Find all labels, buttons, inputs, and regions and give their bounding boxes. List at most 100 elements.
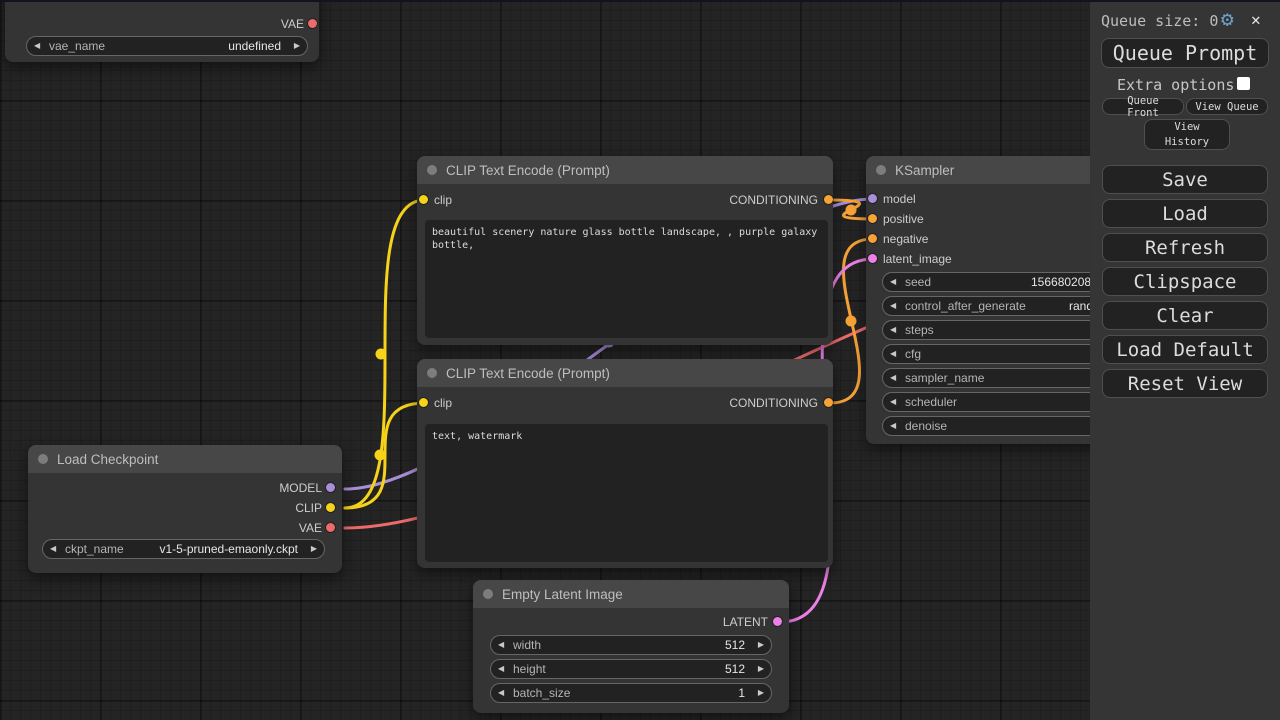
view-history-button[interactable]: View History: [1144, 119, 1230, 150]
collapse-dot[interactable]: [427, 165, 437, 175]
output-port-conditioning[interactable]: [824, 195, 833, 204]
widget-vae-name[interactable]: ◀ vae_name undefined ▶: [26, 36, 308, 56]
extra-options-label: Extra options: [1117, 76, 1234, 94]
widget-label: control_after_generate: [905, 297, 1026, 315]
output-port-model[interactable]: [326, 483, 335, 492]
link-dot-conditioning-positive: [846, 205, 857, 216]
widget-ckpt-name[interactable]: ◀ ckpt_name v1-5-pruned-emaonly.ckpt ▶: [42, 539, 325, 559]
node-clip-text-encode-positive[interactable]: CLIP Text Encode (Prompt) clip CONDITION…: [417, 156, 833, 345]
node-title-bar[interactable]: Empty Latent Image: [473, 580, 789, 608]
decrement-arrow-icon[interactable]: ◀: [890, 297, 896, 315]
input-label-latent-image: latent_image: [883, 251, 952, 267]
collapse-dot[interactable]: [876, 165, 886, 175]
widget-batch-size[interactable]: ◀ batch_size 1 ▶: [490, 683, 772, 703]
output-label-conditioning: CONDITIONING: [729, 395, 818, 411]
output-port-conditioning[interactable]: [824, 398, 833, 407]
input-label-model: model: [883, 191, 916, 207]
decrement-arrow-icon[interactable]: ◀: [34, 37, 40, 55]
widget-value: 512: [725, 660, 745, 678]
decrement-arrow-icon[interactable]: ◀: [890, 369, 896, 387]
widget-label: vae_name: [49, 37, 105, 55]
widget-label: cfg: [905, 345, 921, 363]
increment-arrow-icon[interactable]: ▶: [758, 660, 764, 678]
queue-prompt-button[interactable]: Queue Prompt: [1101, 38, 1269, 68]
node-title-bar[interactable]: CLIP Text Encode (Prompt): [417, 359, 833, 387]
negative-prompt-textarea[interactable]: text, watermark: [425, 424, 828, 562]
input-port-latent-image[interactable]: [868, 254, 877, 263]
load-default-button[interactable]: Load Default: [1102, 335, 1268, 364]
clipspace-button[interactable]: Clipspace: [1102, 267, 1268, 296]
widget-label: batch_size: [513, 684, 570, 702]
decrement-arrow-icon[interactable]: ◀: [890, 321, 896, 339]
widget-width[interactable]: ◀ width 512 ▶: [490, 635, 772, 655]
collapse-dot[interactable]: [483, 589, 493, 599]
node-title: CLIP Text Encode (Prompt): [446, 163, 610, 178]
link-dot-clip-positive: [376, 349, 387, 360]
extra-options-checkbox[interactable]: [1237, 77, 1250, 90]
comfy-menu-panel: Queue size: 0 ⚙ ✕ Queue Prompt Extra opt…: [1090, 0, 1280, 720]
decrement-arrow-icon[interactable]: ◀: [498, 660, 504, 678]
collapse-dot[interactable]: [38, 454, 48, 464]
input-port-model[interactable]: [868, 194, 877, 203]
link-dot-clip-negative: [375, 450, 386, 461]
input-label-negative: negative: [883, 231, 928, 247]
widget-label: sampler_name: [905, 369, 984, 387]
output-port-latent[interactable]: [773, 617, 782, 626]
queue-size-text: Queue size:: [1101, 12, 1200, 30]
decrement-arrow-icon[interactable]: ◀: [890, 393, 896, 411]
output-port-vae[interactable]: [326, 523, 335, 532]
decrement-arrow-icon[interactable]: ◀: [498, 684, 504, 702]
input-label-clip: clip: [434, 192, 452, 208]
input-port-clip[interactable]: [419, 398, 428, 407]
load-button[interactable]: Load: [1102, 199, 1268, 228]
output-port-vae[interactable]: [308, 19, 317, 28]
node-vae-loader[interactable]: VAE ◀ vae_name undefined ▶: [5, 0, 319, 62]
decrement-arrow-icon[interactable]: ◀: [890, 345, 896, 363]
top-border-line: [0, 0, 1280, 2]
widget-label: denoise: [905, 417, 947, 435]
output-label-vae: VAE: [281, 16, 304, 32]
decrement-arrow-icon[interactable]: ◀: [890, 417, 896, 435]
queue-count: 0: [1209, 12, 1218, 30]
reset-view-button[interactable]: Reset View: [1102, 369, 1268, 398]
node-clip-text-encode-negative[interactable]: CLIP Text Encode (Prompt) clip CONDITION…: [417, 359, 833, 568]
node-title: Empty Latent Image: [502, 587, 623, 602]
decrement-arrow-icon[interactable]: ◀: [890, 273, 896, 291]
increment-arrow-icon[interactable]: ▶: [758, 636, 764, 654]
widget-value: v1-5-pruned-emaonly.ckpt: [159, 540, 298, 558]
output-label-latent: LATENT: [723, 614, 768, 630]
increment-arrow-icon[interactable]: ▶: [758, 684, 764, 702]
node-load-checkpoint[interactable]: Load Checkpoint MODEL CLIP VAE ◀ ckpt_na…: [28, 445, 342, 573]
increment-arrow-icon[interactable]: ▶: [311, 540, 317, 558]
node-empty-latent-image[interactable]: Empty Latent Image LATENT ◀ width 512 ▶ …: [473, 580, 789, 713]
input-port-clip[interactable]: [419, 195, 428, 204]
widget-label: steps: [905, 321, 934, 339]
decrement-arrow-icon[interactable]: ◀: [498, 636, 504, 654]
view-queue-button[interactable]: View Queue: [1186, 98, 1268, 115]
widget-value: 1: [738, 684, 745, 702]
queue-front-button[interactable]: Queue Front: [1102, 98, 1184, 115]
link-dot-conditioning-negative: [846, 316, 857, 327]
input-port-positive[interactable]: [868, 214, 877, 223]
input-label-positive: positive: [883, 211, 924, 227]
node-title-bar[interactable]: Load Checkpoint: [28, 445, 342, 473]
input-label-clip: clip: [434, 395, 452, 411]
input-port-negative[interactable]: [868, 234, 877, 243]
positive-prompt-textarea[interactable]: beautiful scenery nature glass bottle la…: [425, 220, 828, 338]
increment-arrow-icon[interactable]: ▶: [294, 37, 300, 55]
close-menu-icon[interactable]: ✕: [1251, 11, 1261, 29]
output-port-clip[interactable]: [326, 503, 335, 512]
widget-value: 512: [725, 636, 745, 654]
node-title: Load Checkpoint: [57, 452, 158, 467]
output-label-model: MODEL: [279, 480, 322, 496]
widget-height[interactable]: ◀ height 512 ▶: [490, 659, 772, 679]
decrement-arrow-icon[interactable]: ◀: [50, 540, 56, 558]
node-title-bar[interactable]: CLIP Text Encode (Prompt): [417, 156, 833, 184]
widget-label: ckpt_name: [65, 540, 124, 558]
settings-gear-icon[interactable]: ⚙: [1221, 8, 1234, 30]
save-button[interactable]: Save: [1102, 165, 1268, 194]
refresh-button[interactable]: Refresh: [1102, 233, 1268, 262]
clear-button[interactable]: Clear: [1102, 301, 1268, 330]
output-label-conditioning: CONDITIONING: [729, 192, 818, 208]
collapse-dot[interactable]: [427, 368, 437, 378]
